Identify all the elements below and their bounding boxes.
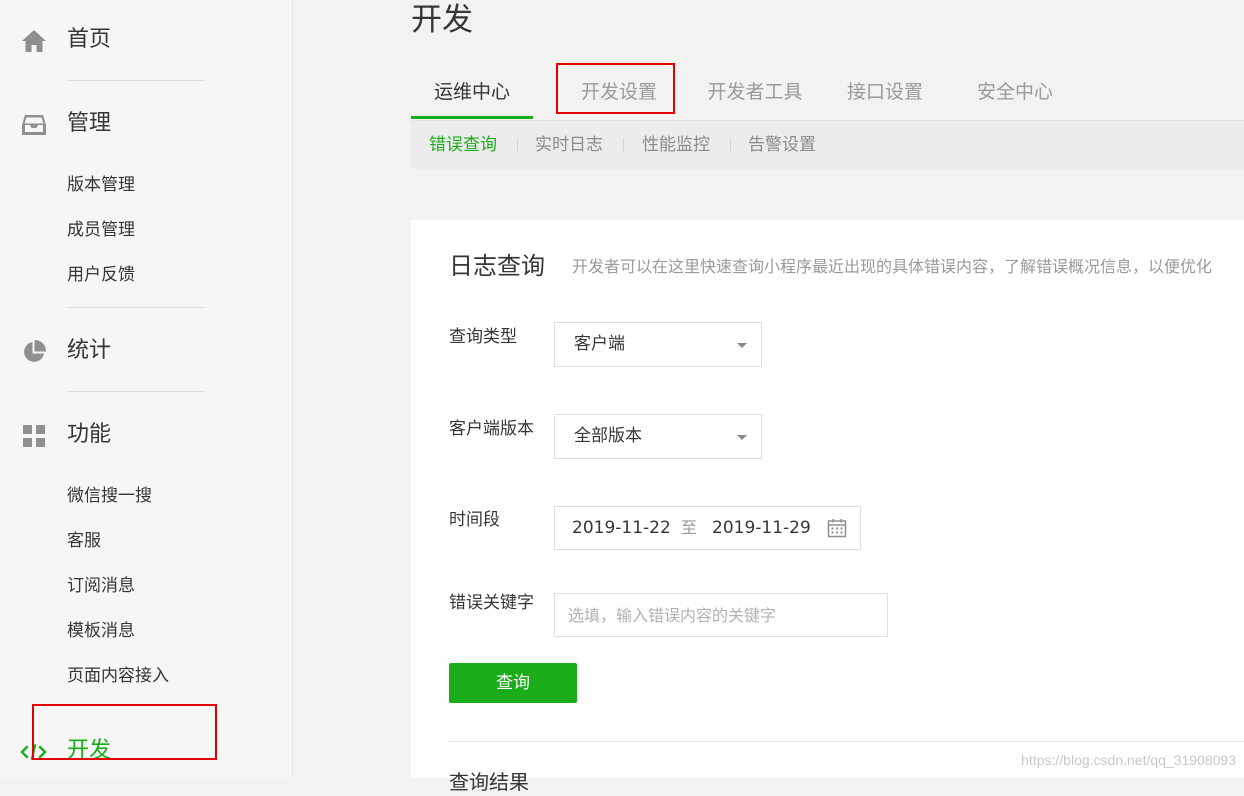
- sidebar-divider: [67, 80, 205, 81]
- sidebar-divider: [67, 307, 205, 308]
- client-version-value: 全部版本: [574, 426, 642, 446]
- date-separator: 至: [681, 518, 698, 537]
- chevron-down-icon: [737, 343, 747, 348]
- main-content: 开发 运维中心 开发设置 开发者工具 接口设置 安全中心 错误查询 实时日志 性…: [293, 0, 1244, 794]
- sidebar-item-label: 开发: [67, 738, 112, 763]
- sidebar-subitem-version-management[interactable]: 版本管理: [67, 173, 135, 197]
- query-type-select[interactable]: 客户端: [554, 322, 762, 367]
- sidebar-item-home[interactable]: 首页: [0, 20, 292, 60]
- sidebar-item-features[interactable]: 功能: [0, 415, 292, 455]
- sidebar-subitem-subscription-messages[interactable]: 订阅消息: [67, 574, 135, 598]
- home-icon: [20, 27, 47, 54]
- code-icon: [20, 738, 47, 765]
- subnav-divider: [623, 138, 624, 153]
- inbox-icon: [20, 111, 47, 138]
- subtab-performance-monitor[interactable]: 性能监控: [642, 121, 710, 169]
- subtab-realtime-log[interactable]: 实时日志: [535, 121, 603, 169]
- card-title: 日志查询: [449, 252, 545, 280]
- error-keyword-input[interactable]: [554, 593, 888, 637]
- pie-chart-icon: [20, 338, 47, 365]
- card-divider: [449, 741, 1244, 742]
- results-title: 查询结果: [449, 770, 529, 794]
- client-version-select[interactable]: 全部版本: [554, 414, 762, 459]
- sidebar-item-manage[interactable]: 管理: [0, 104, 292, 144]
- query-button[interactable]: 查询: [449, 663, 577, 703]
- calendar-icon[interactable]: [827, 518, 847, 542]
- card-description: 开发者可以在这里快速查询小程序最近出现的具体错误内容，了解错误概况信息，以便优化: [572, 257, 1213, 276]
- sidebar-item-stats[interactable]: 统计: [0, 331, 292, 371]
- time-range-label: 时间段: [449, 510, 500, 530]
- start-date[interactable]: 2019-11-22: [572, 507, 671, 549]
- sidebar-item-label: 功能: [67, 422, 112, 447]
- query-type-value: 客户端: [574, 334, 625, 354]
- query-type-label: 查询类型: [449, 327, 517, 347]
- page-title: 开发: [411, 2, 473, 38]
- sidebar-subitem-wechat-search[interactable]: 微信搜一搜: [67, 484, 152, 508]
- sidebar: 首页 管理 版本管理 成员管理 用户反馈 统计 功能 微信搜一搜 客服 订阅消息…: [0, 0, 293, 778]
- tab-dev-tools[interactable]: 开发者工具: [690, 64, 820, 120]
- error-keyword-label: 错误关键字: [449, 593, 534, 613]
- tab-dev-settings[interactable]: 开发设置: [559, 64, 679, 120]
- sub-navigation: 错误查询 实时日志 性能监控 告警设置: [411, 121, 1244, 169]
- end-date[interactable]: 2019-11-29: [712, 507, 811, 549]
- sidebar-subitem-customer-service[interactable]: 客服: [67, 529, 101, 553]
- active-tab-indicator: [411, 116, 533, 119]
- date-range-picker[interactable]: 2019-11-22 至 2019-11-29: [554, 506, 861, 550]
- subtab-alert-settings[interactable]: 告警设置: [748, 121, 816, 169]
- sidebar-subitem-page-content-access[interactable]: 页面内容接入: [67, 664, 169, 688]
- log-query-card: 日志查询 开发者可以在这里快速查询小程序最近出现的具体错误内容，了解错误概况信息…: [411, 220, 1244, 794]
- tab-ops-center[interactable]: 运维中心: [411, 64, 533, 120]
- tab-security-center[interactable]: 安全中心: [960, 64, 1070, 120]
- tab-api-settings[interactable]: 接口设置: [830, 64, 940, 120]
- subnav-divider: [730, 138, 731, 153]
- sidebar-item-develop[interactable]: 开发: [0, 731, 292, 771]
- sidebar-subitem-template-messages[interactable]: 模板消息: [67, 619, 135, 643]
- sidebar-item-label: 首页: [67, 27, 112, 52]
- subnav-divider: [517, 138, 518, 153]
- watermark: https://blog.csdn.net/qq_31908093: [1021, 752, 1236, 768]
- sidebar-divider: [67, 391, 205, 392]
- sidebar-item-label: 管理: [67, 111, 112, 136]
- sidebar-item-label: 统计: [67, 338, 112, 363]
- tab-bar: 运维中心 开发设置 开发者工具 接口设置 安全中心: [411, 64, 1244, 121]
- subtab-error-query[interactable]: 错误查询: [429, 121, 497, 169]
- grid-icon: [20, 422, 47, 449]
- client-version-label: 客户端版本: [449, 419, 534, 439]
- chevron-down-icon: [737, 435, 747, 440]
- sidebar-subitem-user-feedback[interactable]: 用户反馈: [67, 263, 135, 287]
- sidebar-subitem-member-management[interactable]: 成员管理: [67, 218, 135, 242]
